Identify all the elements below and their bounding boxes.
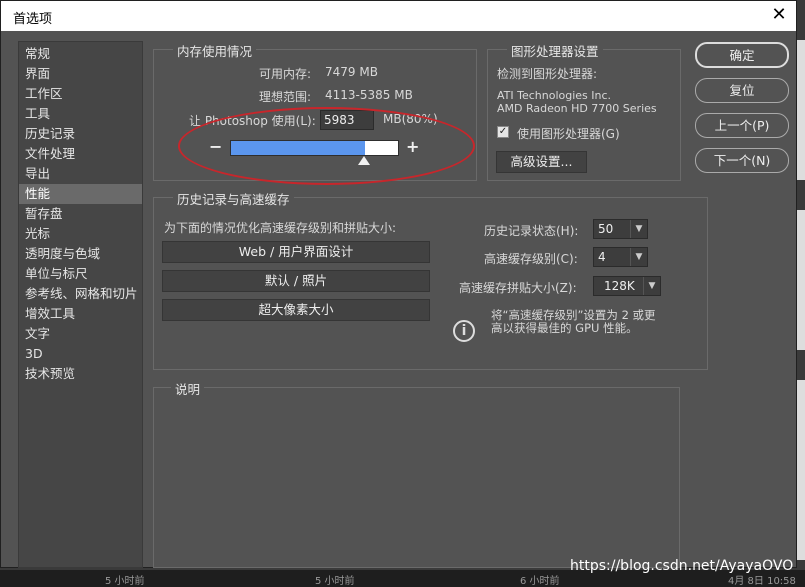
taskbar-time: 6 小时前 <box>520 576 560 587</box>
chevron-down-icon: ▼ <box>630 248 647 266</box>
sidebar-item[interactable]: 技术预览 <box>19 364 142 384</box>
sidebar-item[interactable]: 历史记录 <box>19 124 142 144</box>
sidebar-item[interactable]: 常规 <box>19 44 142 64</box>
chevron-down-icon: ▼ <box>643 277 660 295</box>
sidebar-item[interactable]: 光标 <box>19 224 142 244</box>
sidebar-item[interactable]: 工作区 <box>19 84 142 104</box>
memory-usage-title: 内存使用情况 <box>173 41 257 60</box>
taskbar-time: 5 小时前 <box>315 576 355 587</box>
optimize-label: 为下面的情况优化高速缓存级别和拼贴大小: <box>164 221 397 235</box>
history-cache-title: 历史记录与高速缓存 <box>173 189 294 208</box>
description-group <box>153 387 680 568</box>
tile-size-value: 128K <box>604 279 635 293</box>
use-gpu-checkbox[interactable]: ✓ <box>497 126 509 138</box>
sidebar-item[interactable]: 单位与标尺 <box>19 264 142 284</box>
huge-pixel-preset-button[interactable]: 超大像素大小 <box>162 299 430 321</box>
watermark-text: https://blog.csdn.net/AyayaOVO <box>570 558 794 574</box>
tile-size-label: 高速缓存拼贴大小(Z): <box>459 281 577 295</box>
gpu-settings-title: 图形处理器设置 <box>507 41 603 60</box>
preferences-dialog: 首选项 ✕ 常规 界面 工作区 工具 历史记录 文件处理 导出 性能 暂存盘 光标 透明度与色域 单位… <box>0 0 797 568</box>
default-photo-preset-button[interactable]: 默认 / 照片 <box>162 270 430 292</box>
sidebar-item[interactable]: 导出 <box>19 164 142 184</box>
use-gpu-label: 使用图形处理器(G) <box>517 127 620 141</box>
cache-levels-value: 4 <box>598 250 606 264</box>
sidebar-item[interactable]: 参考线、网格和切片 <box>19 284 142 304</box>
gpu-tip-line-2: 高以获得最佳的 GPU 性能。 <box>491 321 638 335</box>
sidebar-item[interactable]: 工具 <box>19 104 142 124</box>
history-states-select[interactable]: 50 ▼ <box>593 219 648 239</box>
sidebar-item[interactable]: 性能 <box>19 184 142 204</box>
sidebar-item[interactable]: 透明度与色域 <box>19 244 142 264</box>
web-ui-preset-button[interactable]: Web / 用户界面设计 <box>162 241 430 263</box>
available-memory-value: 7479 MB <box>325 65 378 79</box>
sidebar-item[interactable]: 暂存盘 <box>19 204 142 224</box>
sidebar-item[interactable]: 增效工具 <box>19 304 142 324</box>
ok-button[interactable]: 确定 <box>695 42 789 68</box>
reset-button[interactable]: 复位 <box>695 78 789 103</box>
history-states-value: 50 <box>598 222 614 236</box>
gpu-model: AMD Radeon HD 7700 Series <box>497 102 657 115</box>
tile-size-select[interactable]: 128K ▼ <box>593 276 661 296</box>
taskbar-time: 5 小时前 <box>105 576 145 587</box>
increase-memory-button[interactable]: + <box>406 137 419 156</box>
memory-use-input[interactable]: 5983 <box>320 110 374 130</box>
cache-levels-label: 高速缓存级别(C): <box>484 252 578 266</box>
previous-button[interactable]: 上一个(P) <box>695 113 789 138</box>
info-icon: i <box>453 320 475 342</box>
gpu-vendor: ATI Technologies Inc. <box>497 89 612 102</box>
memory-percent-label: MB(80%) <box>383 112 438 126</box>
ideal-range-label: 理想范围: <box>259 90 312 104</box>
chevron-down-icon: ▼ <box>630 220 647 238</box>
advanced-settings-button[interactable]: 高级设置... <box>496 151 587 173</box>
sidebar-item[interactable]: 文件处理 <box>19 144 142 164</box>
window-title: 首选项 <box>13 12 53 27</box>
category-list: 常规 界面 工作区 工具 历史记录 文件处理 导出 性能 暂存盘 光标 透明度与色域 单位与标尺 参考线… <box>18 41 143 568</box>
close-icon[interactable]: ✕ <box>768 4 790 26</box>
title-bar: 首选项 ✕ <box>1 1 796 31</box>
memory-slider[interactable] <box>230 140 399 156</box>
taskbar-time: 4月 8日 10:58 <box>728 576 796 587</box>
memory-slider-fill <box>231 141 365 155</box>
sidebar-item[interactable]: 3D <box>19 344 142 364</box>
sidebar-item[interactable]: 界面 <box>19 64 142 84</box>
next-button[interactable]: 下一个(N) <box>695 148 789 173</box>
photoshop-use-label: 让 Photoshop 使用(L): <box>189 114 316 128</box>
history-states-label: 历史记录状态(H): <box>484 224 579 238</box>
cache-levels-select[interactable]: 4 ▼ <box>593 247 648 267</box>
gpu-detected-label: 检测到图形处理器: <box>497 67 598 81</box>
decrease-memory-button[interactable]: − <box>209 137 222 156</box>
ideal-range-value: 4113-5385 MB <box>325 88 413 102</box>
description-title: 说明 <box>171 379 205 398</box>
available-memory-label: 可用内存: <box>259 67 312 81</box>
memory-slider-thumb[interactable] <box>358 156 370 165</box>
sidebar-item[interactable]: 文字 <box>19 324 142 344</box>
